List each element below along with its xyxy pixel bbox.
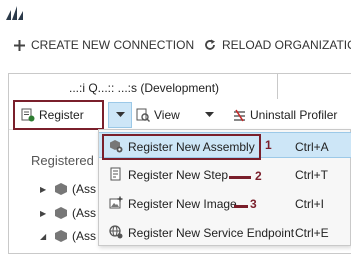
create-new-connection-button[interactable]: CREATE NEW CONNECTION xyxy=(14,38,194,52)
menu-item-label: Register New Assembly xyxy=(128,140,255,154)
menu-item-shortcut: Ctrl+T xyxy=(295,168,328,182)
expand-arrow-icon[interactable]: ▶ xyxy=(40,209,50,218)
image-plus-icon xyxy=(109,196,123,209)
assembly-icon xyxy=(55,230,67,242)
callout-line xyxy=(234,205,248,208)
registered-label: Registered xyxy=(31,153,94,168)
tree-row[interactable]: ▶ (Ass xyxy=(40,182,96,196)
menu-item-label: Register New Step xyxy=(128,168,229,182)
expand-arrow-icon[interactable]: ▶ xyxy=(40,185,50,194)
command-bar: CREATE NEW CONNECTION RELOAD ORGANIZATIO… xyxy=(0,34,351,56)
menu-item-label: Register New Service Endpoint xyxy=(128,226,295,240)
menu-item-register-new-image[interactable]: Register New Image Ctrl+I xyxy=(99,190,351,216)
tree-row[interactable]: ◢ (Ass xyxy=(40,229,96,243)
uninstall-icon xyxy=(234,109,245,121)
menu-item-shortcut: Ctrl+E xyxy=(295,226,329,240)
callout-number: 3 xyxy=(250,197,257,211)
reload-organization-label: RELOAD ORGANIZATION xyxy=(222,38,351,52)
callout-line xyxy=(229,176,251,179)
dynamics-logo-icon xyxy=(6,6,23,20)
register-dropdown-menu: Register New Assembly Ctrl+A Register Ne… xyxy=(98,129,351,246)
menu-item-shortcut: Ctrl+I xyxy=(295,197,325,211)
plus-icon xyxy=(14,39,25,51)
menu-item-shortcut: Ctrl+A xyxy=(295,140,329,154)
app-header xyxy=(0,0,351,28)
chevron-down-icon xyxy=(115,112,125,117)
tree-row[interactable]: ▶ (Ass xyxy=(40,206,96,220)
menu-item-register-new-step[interactable]: Register New Step Ctrl+T xyxy=(99,161,351,187)
menu-item-register-new-assembly[interactable]: Register New Assembly Ctrl+A xyxy=(99,132,351,160)
reload-icon xyxy=(205,39,215,50)
view-dropdown-button[interactable] xyxy=(205,100,214,130)
assembly-icon xyxy=(55,207,67,219)
plugin-toolbar: Register View Uninstall Profiler xyxy=(9,100,351,130)
service-endpoint-icon xyxy=(109,225,123,239)
chevron-down-icon xyxy=(205,112,214,117)
step-document-icon xyxy=(110,167,121,181)
tree-row-label: (Ass xyxy=(72,229,96,243)
tree-row-label: (Ass xyxy=(72,182,96,196)
view-label: View xyxy=(154,108,180,122)
create-new-connection-label: CREATE NEW CONNECTION xyxy=(31,38,195,52)
collapse-arrow-icon[interactable]: ◢ xyxy=(40,232,50,241)
reload-organization-button[interactable]: RELOAD ORGANIZATION xyxy=(204,38,351,52)
menu-item-label: Register New Image xyxy=(128,197,237,211)
register-dropdown-button[interactable] xyxy=(108,102,132,128)
callout-number: 1 xyxy=(265,138,272,152)
tree-row-label: (Ass xyxy=(72,206,96,220)
register-label: Register xyxy=(39,108,84,122)
view-button[interactable]: View xyxy=(136,100,180,130)
register-icon xyxy=(21,108,35,122)
view-icon xyxy=(136,108,150,122)
callout-number: 2 xyxy=(255,169,262,183)
register-button[interactable]: Register xyxy=(13,100,104,130)
uninstall-profiler-button[interactable]: Uninstall Profiler xyxy=(233,100,337,130)
tab-connection[interactable]: ...:i Q...:: ...:s (Development) xyxy=(8,73,278,99)
assembly-icon xyxy=(55,183,67,195)
uninstall-profiler-label: Uninstall Profiler xyxy=(250,108,338,122)
assembly-gear-icon xyxy=(110,140,123,153)
tab-title: ...:i Q...:: ...:s (Development) xyxy=(69,81,220,95)
menu-item-register-new-service-endpoint[interactable]: Register New Service Endpoint Ctrl+E xyxy=(99,219,351,245)
